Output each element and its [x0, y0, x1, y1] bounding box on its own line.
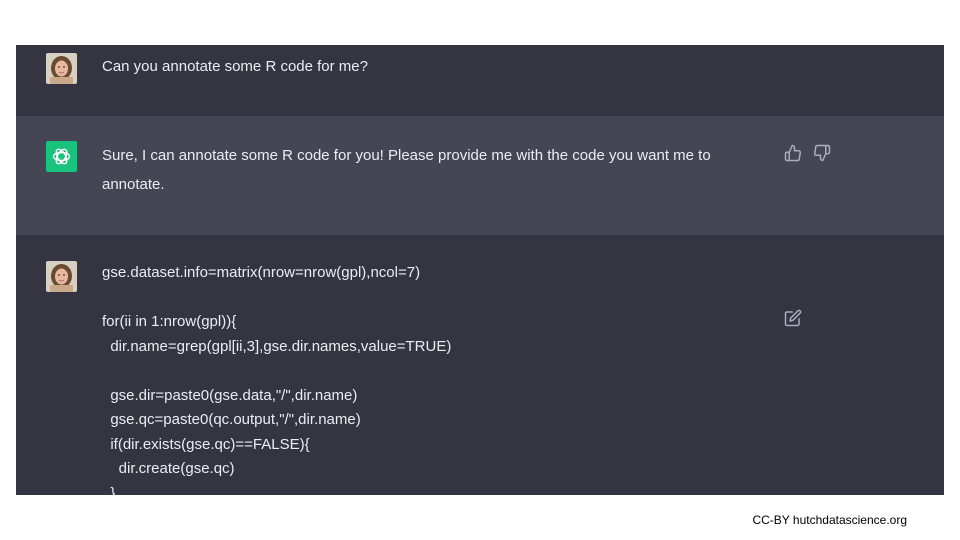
- assistant-message-text: Sure, I can annotate some R code for you…: [102, 147, 711, 193]
- user-avatar: [46, 53, 77, 84]
- user-code-message-text: gse.dataset.info=matrix(nrow=nrow(gpl),n…: [102, 264, 452, 495]
- chat-conversation: Can you annotate some R code for me? Sur…: [16, 45, 944, 495]
- edit-icon[interactable]: [784, 309, 802, 327]
- user-avatar: [46, 261, 77, 292]
- openai-logo-icon: [46, 141, 77, 172]
- thumbs-up-icon[interactable]: [784, 144, 802, 162]
- thumbs-down-icon[interactable]: [813, 144, 831, 162]
- user-message-text: Can you annotate some R code for me?: [102, 58, 368, 75]
- assistant-message-row: Sure, I can annotate some R code for you…: [16, 116, 944, 235]
- user-code-message-row: gse.dataset.info=matrix(nrow=nrow(gpl),n…: [16, 235, 944, 495]
- user-message-row: Can you annotate some R code for me?: [16, 45, 944, 116]
- credit-text: CC-BY hutchdatascience.org: [752, 513, 907, 527]
